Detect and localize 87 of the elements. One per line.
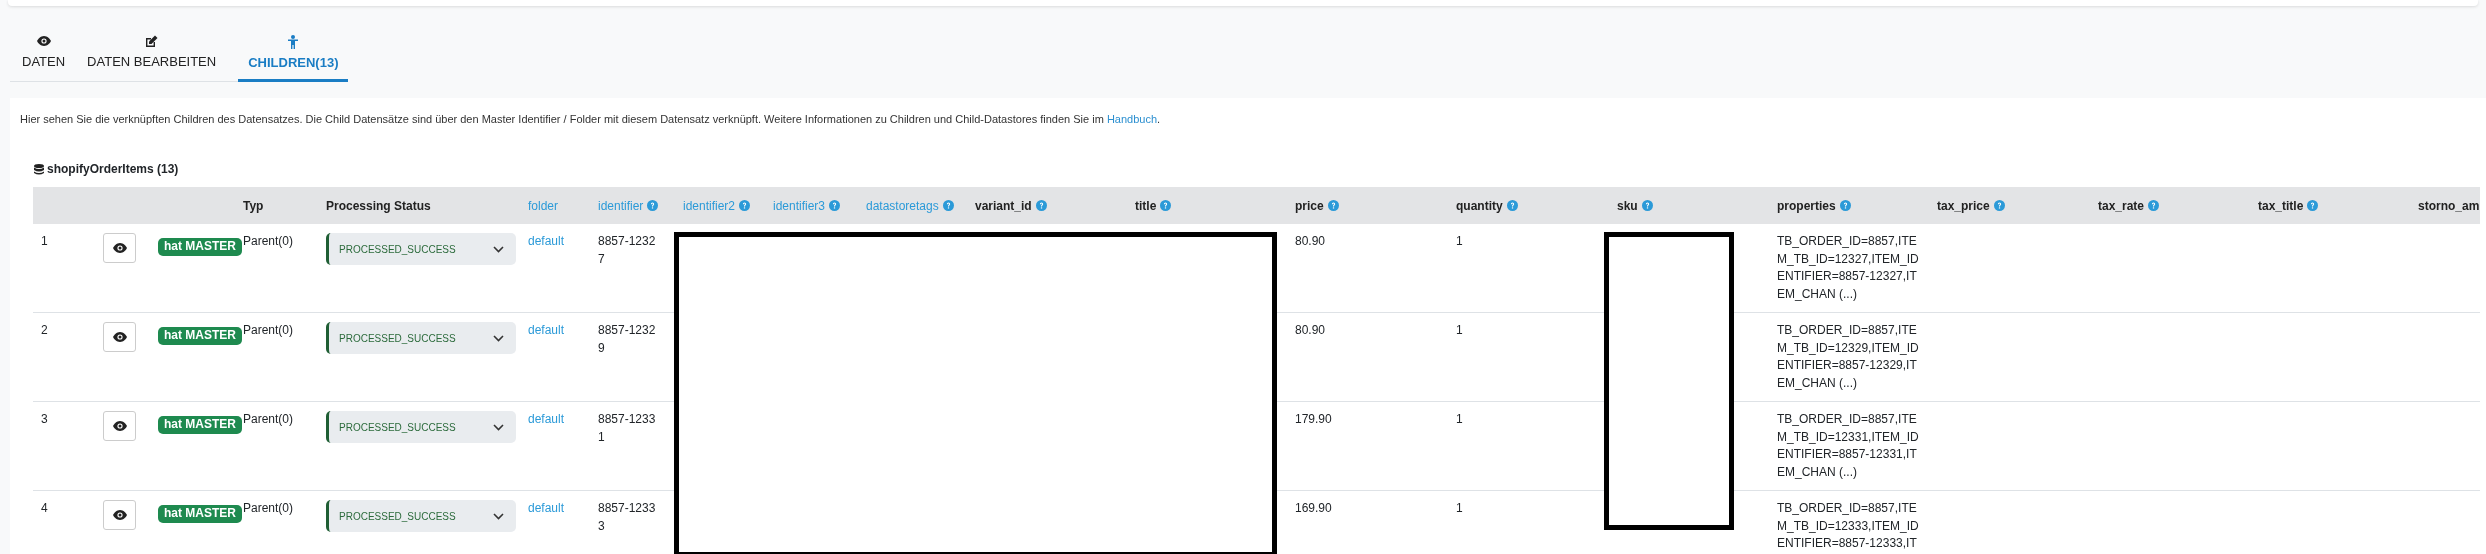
properties-text: TB_ORDER_ID=8857,ITEM_TB_ID=12329,ITEM_IDENTIFIER=8857-12329,ITEM_CHAN (...) xyxy=(1777,322,1919,392)
tab[interactable]: DATEN xyxy=(12,34,76,81)
column-header[interactable]: identifier xyxy=(598,196,644,215)
chevron-down-icon xyxy=(493,423,504,431)
column-header: storno_am xyxy=(2418,197,2480,215)
column-header: Typ xyxy=(243,197,264,215)
quantity-text: 1 xyxy=(1456,233,1464,250)
help-icon[interactable] xyxy=(829,200,841,211)
eye-icon xyxy=(112,243,127,253)
column-header[interactable]: identifier2 xyxy=(683,196,736,215)
price-text: 80.90 xyxy=(1295,233,1327,250)
help-icon[interactable] xyxy=(739,200,751,211)
price-text: 179.90 xyxy=(1295,411,1333,428)
status-dropdown[interactable]: PROCESSED_SUCCESS xyxy=(326,322,516,354)
view-button[interactable] xyxy=(103,411,136,441)
help-icon[interactable] xyxy=(1993,200,2005,211)
column-header[interactable]: folder xyxy=(528,196,559,215)
column-header: tax_title xyxy=(2258,197,2304,215)
tab[interactable]: CHILDREN(13) xyxy=(238,35,349,82)
folder-link[interactable]: default xyxy=(528,500,584,518)
eye-icon xyxy=(112,332,127,342)
properties-text: TB_ORDER_ID=8857,ITEM_TB_ID=12327,ITEM_IDENTIFIER=8857-12327,ITEM_CHAN (...) xyxy=(1777,233,1919,303)
help-icon[interactable] xyxy=(1035,200,1047,211)
view-button[interactable] xyxy=(103,233,136,263)
chevron-down-icon xyxy=(493,245,504,253)
quantity-text: 1 xyxy=(1456,500,1464,517)
type-text: Parent(0) xyxy=(243,411,295,428)
row-number: 4 xyxy=(41,500,49,517)
description-text: Hier sehen Sie die verknüpften Children des Datensatzes. Die Child Datensätze sind über den Master Identifier / Folder mit diesem Datensatz verknüpft. Weitere Informationen zu Children und Child-Datastores finden Sie im Handbuch. xyxy=(19,111,1162,127)
help-icon[interactable] xyxy=(1160,200,1172,211)
master-badge: hat MASTER xyxy=(158,416,242,434)
help-icon[interactable] xyxy=(1641,200,1653,211)
column-header[interactable]: datastoretags xyxy=(866,196,939,215)
master-badge: hat MASTER xyxy=(158,238,242,256)
quantity-text: 1 xyxy=(1456,322,1464,339)
properties-text: TB_ORDER_ID=8857,ITEM_TB_ID=12331,ITEM_IDENTIFIER=8857-12331,ITEM_CHAN (...) xyxy=(1777,411,1919,481)
eye-icon xyxy=(36,36,51,46)
folder-link[interactable]: default xyxy=(528,411,584,429)
folder-link[interactable]: default xyxy=(528,233,584,251)
help-icon[interactable] xyxy=(2307,200,2319,211)
tab[interactable]: DATEN BEARBEITEN xyxy=(77,34,227,81)
help-icon[interactable] xyxy=(1327,200,1339,211)
column-header: price xyxy=(1295,197,1324,215)
identifier-text: 8857-12327 xyxy=(598,233,656,268)
identifier-text: 8857-12329 xyxy=(598,322,656,357)
identifier-text: 8857-12331 xyxy=(598,411,656,446)
view-button[interactable] xyxy=(103,322,136,352)
column-header: Processing Status xyxy=(326,197,431,215)
child-icon xyxy=(288,35,299,49)
price-text: 80.90 xyxy=(1295,322,1327,339)
database-icon xyxy=(34,163,44,175)
status-dropdown[interactable]: PROCESSED_SUCCESS xyxy=(326,500,516,532)
help-icon[interactable] xyxy=(942,200,954,211)
eye-icon xyxy=(112,421,127,431)
help-icon[interactable] xyxy=(1839,200,1851,211)
help-icon[interactable] xyxy=(647,200,659,211)
column-header: quantity xyxy=(1456,197,1503,215)
chevron-down-icon xyxy=(493,334,504,342)
column-header: title xyxy=(1135,197,1157,215)
type-text: Parent(0) xyxy=(243,500,295,517)
identifier-text: 8857-12333 xyxy=(598,500,656,535)
eye-icon xyxy=(112,510,127,520)
help-icon[interactable] xyxy=(2148,200,2160,211)
row-number: 1 xyxy=(41,233,49,250)
column-header: sku xyxy=(1617,197,1638,215)
folder-link[interactable]: default xyxy=(528,322,584,340)
view-button[interactable] xyxy=(103,500,136,530)
chevron-down-icon xyxy=(493,512,504,520)
type-text: Parent(0) xyxy=(243,233,295,250)
quantity-text: 1 xyxy=(1456,411,1464,428)
column-header: tax_price xyxy=(1937,197,1990,215)
table-title: shopifyOrderItems (13) xyxy=(47,161,179,178)
type-text: Parent(0) xyxy=(243,322,295,339)
status-dropdown[interactable]: PROCESSED_SUCCESS xyxy=(326,411,516,443)
column-header: properties xyxy=(1777,197,1836,215)
master-badge: hat MASTER xyxy=(158,327,242,345)
status-dropdown[interactable]: PROCESSED_SUCCESS xyxy=(326,233,516,265)
row-number: 3 xyxy=(41,411,49,428)
row-number: 2 xyxy=(41,322,49,339)
properties-text: TB_ORDER_ID=8857,ITEM_TB_ID=12333,ITEM_IDENTIFIER=8857-12333,IT xyxy=(1777,500,1919,552)
price-text: 169.90 xyxy=(1295,500,1333,517)
column-header[interactable]: identifier3 xyxy=(773,196,826,215)
column-header: variant_id xyxy=(975,197,1032,215)
help-icon[interactable] xyxy=(1506,200,1518,211)
column-header: tax_rate xyxy=(2098,197,2145,215)
edit-icon xyxy=(145,34,159,48)
master-badge: hat MASTER xyxy=(158,505,242,523)
